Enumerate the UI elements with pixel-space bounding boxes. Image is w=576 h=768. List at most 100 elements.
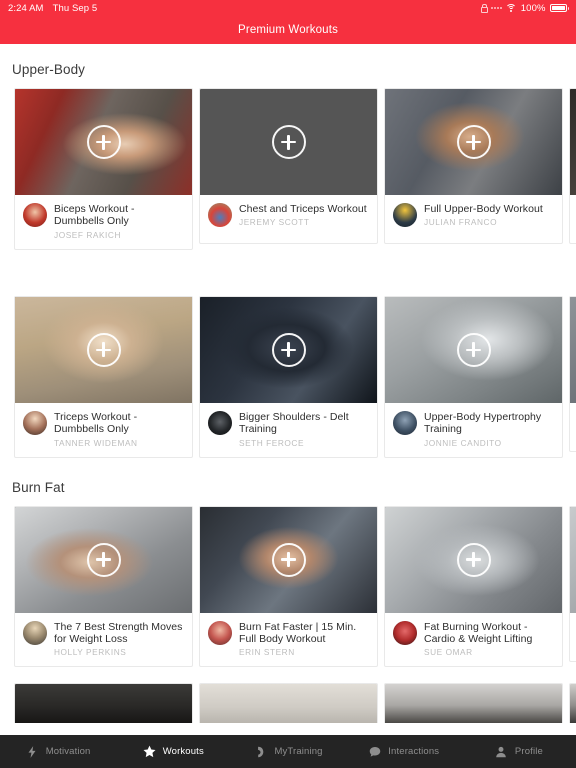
plus-circle-play-icon[interactable] <box>456 125 491 159</box>
workout-meta: Bigger Shoulders - Delt Training SETH FE… <box>200 403 377 457</box>
tab-interactions[interactable]: Interactions <box>346 744 461 759</box>
thumbnail-image <box>15 684 192 724</box>
section-header-burn-fat: Burn Fat <box>12 479 65 495</box>
workout-title: Full Upper-Body Workout <box>424 203 543 215</box>
thumbnail-image <box>200 684 377 724</box>
plus-circle-play-icon[interactable] <box>86 542 121 577</box>
workout-title: Bigger Shoulders - Delt Training <box>239 410 349 436</box>
workout-author: ERIN STERN <box>239 647 295 658</box>
workout-thumbnail[interactable] <box>570 506 576 613</box>
workout-author: JOSEF RAKICH <box>54 229 121 240</box>
workout-thumbnail[interactable] <box>200 506 377 613</box>
status-bar-left: 2:24 AM Thu Sep 5 <box>0 3 97 14</box>
workout-card[interactable]: Burn Fat Faster | 15 Min. Full Body Work… <box>199 505 378 668</box>
plus-circle-play-icon[interactable] <box>456 332 491 367</box>
workout-thumbnail[interactable] <box>15 296 192 403</box>
workout-card-clipped[interactable] <box>14 683 193 724</box>
workout-author: JEREMY SCOTT <box>239 217 310 228</box>
workout-thumbnail[interactable] <box>200 89 377 195</box>
thumbnail-image <box>570 684 576 724</box>
workout-card-partial[interactable] <box>569 505 576 662</box>
workout-card[interactable]: Triceps Workout - Dumbbells Only TANNER … <box>14 295 193 458</box>
workout-thumbnail[interactable] <box>15 89 192 195</box>
tab-label: Motivation <box>45 746 91 757</box>
plus-circle-play-icon[interactable] <box>271 125 306 159</box>
workout-title: Biceps Workout - Dumbbells Only <box>54 203 135 228</box>
status-bar: 2:24 AM Thu Sep 5 100% <box>0 0 576 16</box>
status-time: 2:24 AM <box>8 2 44 14</box>
avatar <box>23 203 47 227</box>
workout-thumbnail[interactable] <box>570 89 576 195</box>
tab-workouts[interactable]: Workouts <box>115 744 230 759</box>
plus-circle-play-icon[interactable] <box>86 332 121 367</box>
lightning-bolt-icon <box>25 744 40 759</box>
workout-card[interactable]: Biceps Workout - Dumbbells Only JOSEF RA… <box>14 88 193 250</box>
workout-card-partial[interactable] <box>569 295 576 452</box>
tab-profile[interactable]: Profile <box>461 744 576 759</box>
workout-card-clipped[interactable] <box>384 683 563 724</box>
battery-icon <box>549 4 569 12</box>
workout-card-clipped[interactable] <box>569 683 576 724</box>
tab-label: Workouts <box>162 746 204 757</box>
card-row-upper-body-2: Triceps Workout - Dumbbells Only TANNER … <box>0 295 576 458</box>
tab-label: MyTraining <box>274 746 323 757</box>
workout-title: Triceps Workout - Dumbbells Only <box>54 410 138 436</box>
flexed-biceps-icon <box>253 744 268 759</box>
app-root: 2:24 AM Thu Sep 5 100% Premium Workouts … <box>0 0 576 768</box>
avatar <box>393 203 417 227</box>
plus-circle-play-icon[interactable] <box>86 125 121 159</box>
workout-author: HOLLY PERKINS <box>54 647 127 658</box>
plus-circle-play-icon[interactable] <box>456 542 491 577</box>
workout-title: Fat Burning Workout - Cardio & Weight Li… <box>424 620 533 646</box>
workout-thumbnail[interactable] <box>200 296 377 403</box>
plus-circle-play-icon[interactable] <box>271 332 306 367</box>
signal-dots-icon <box>490 7 502 9</box>
workout-thumbnail[interactable] <box>385 506 562 613</box>
workout-card[interactable]: Bigger Shoulders - Delt Training SETH FE… <box>199 295 378 458</box>
avatar <box>208 203 232 227</box>
thumbnail-image <box>570 296 576 403</box>
chat-bubble-icon <box>367 744 382 759</box>
workout-card-clipped[interactable] <box>199 683 378 724</box>
workout-title: Chest and Triceps Workout <box>239 203 367 215</box>
workout-card[interactable]: Upper-Body Hypertrophy Training JONNIE C… <box>384 295 563 458</box>
workout-meta: The 7 Best Strength Moves for Weight Los… <box>15 613 192 667</box>
tab-bar: Motivation Workouts MyTraining Interacti… <box>0 735 576 768</box>
avatar <box>23 620 47 645</box>
avatar <box>23 410 47 435</box>
status-date: Thu Sep 5 <box>52 2 98 14</box>
workout-thumbnail[interactable] <box>385 89 562 195</box>
workout-meta: Chest and Triceps Workout JEREMY SCOTT <box>200 195 377 243</box>
wifi-icon <box>505 3 517 13</box>
person-icon <box>494 744 509 759</box>
rotation-lock-icon <box>480 4 488 13</box>
workout-meta: Burn Fat Faster | 15 Min. Full Body Work… <box>200 613 377 667</box>
scroll-content[interactable]: Upper-Body Biceps Workout - Dumbbells On… <box>0 44 576 735</box>
card-row-partial-next <box>0 683 576 724</box>
workout-thumbnail[interactable] <box>385 296 562 403</box>
workout-card[interactable]: Chest and Triceps Workout JEREMY SCOTT <box>199 88 378 244</box>
workout-card[interactable]: Fat Burning Workout - Cardio & Weight Li… <box>384 505 563 668</box>
tab-motivation[interactable]: Motivation <box>0 744 115 759</box>
tab-label: Interactions <box>388 746 440 757</box>
workout-meta <box>570 195 576 243</box>
page-title: Premium Workouts <box>238 24 338 36</box>
workout-meta: Upper-Body Hypertrophy Training JONNIE C… <box>385 403 562 457</box>
plus-circle-play-icon[interactable] <box>271 542 306 577</box>
workout-thumbnail[interactable] <box>15 506 192 613</box>
workout-meta: Fat Burning Workout - Cardio & Weight Li… <box>385 613 562 667</box>
workout-meta: Biceps Workout - Dumbbells Only JOSEF RA… <box>15 195 192 249</box>
workout-thumbnail[interactable] <box>570 296 576 403</box>
workout-card[interactable]: Full Upper-Body Workout JULIAN FRANCO <box>384 88 563 244</box>
navigation-bar: Premium Workouts <box>0 16 576 44</box>
workout-card[interactable]: The 7 Best Strength Moves for Weight Los… <box>14 505 193 668</box>
tab-mytraining[interactable]: MyTraining <box>230 744 345 759</box>
workout-author: SUE OMAR <box>424 647 473 658</box>
status-bar-right: 100% <box>480 0 569 16</box>
avatar <box>393 410 417 435</box>
workout-card-partial[interactable] <box>569 88 576 244</box>
workout-author: TANNER WIDEMAN <box>54 437 138 448</box>
workout-title: Burn Fat Faster | 15 Min. Full Body Work… <box>239 620 357 646</box>
star-icon <box>142 744 157 759</box>
avatar <box>208 410 232 435</box>
